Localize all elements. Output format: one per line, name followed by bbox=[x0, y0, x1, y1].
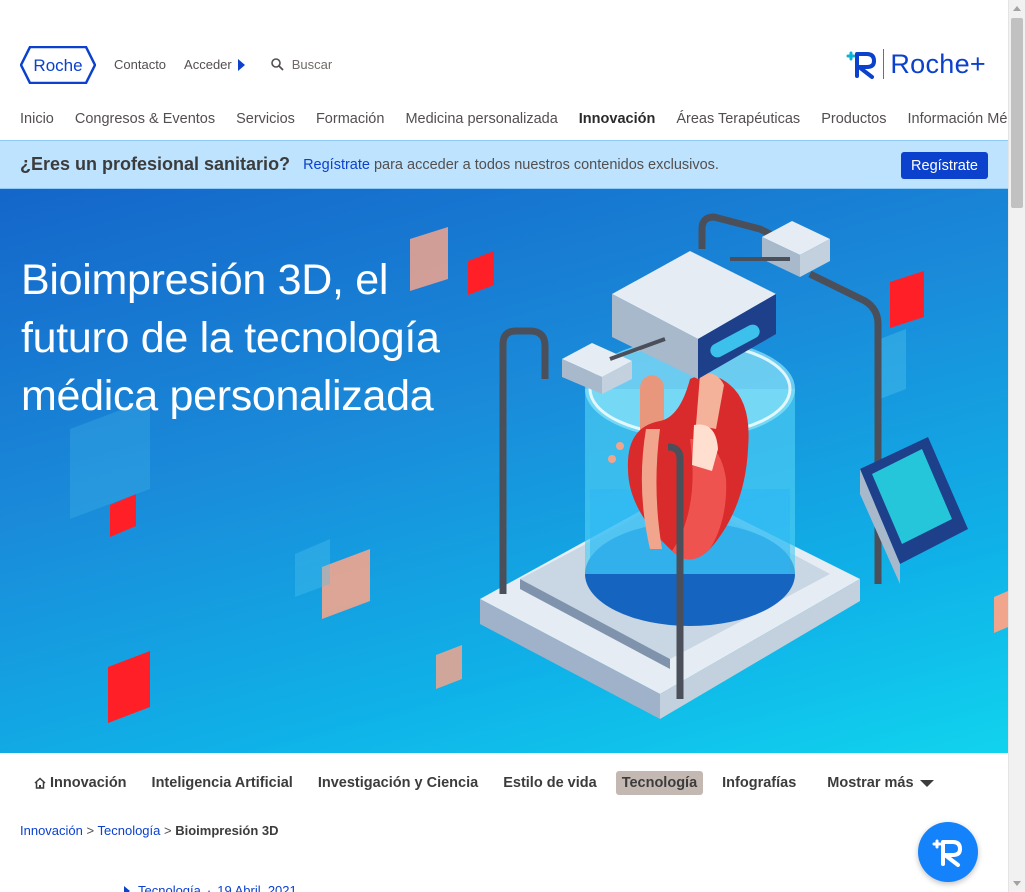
rocheplus-divider bbox=[883, 49, 885, 79]
subnav-item-estilo-de-vida[interactable]: Estilo de vida bbox=[497, 771, 602, 795]
subnav-item-innovacion[interactable]: Innovación bbox=[28, 771, 133, 795]
subnav-item-infografias[interactable]: Infografías bbox=[716, 771, 802, 795]
show-more-button[interactable]: Mostrar más bbox=[821, 771, 939, 795]
breadcrumb-current: Bioimpresión 3D bbox=[175, 823, 279, 838]
nav-item-productos[interactable]: Productos bbox=[821, 111, 886, 127]
register-button[interactable]: Regístrate bbox=[901, 152, 988, 179]
nav-item-medicina-personalizada[interactable]: Medicina personalizada bbox=[405, 111, 557, 127]
chevron-right-icon bbox=[237, 58, 245, 71]
main-navigation: Inicio Congresos & Eventos Servicios For… bbox=[20, 111, 1025, 127]
site-header: Roche Contacto Acceder Buscar Roche+ Ini… bbox=[0, 0, 1025, 140]
hero-section: Bioimpresión 3D, el futuro de la tecnolo… bbox=[0, 189, 1008, 753]
chevron-right-icon bbox=[124, 885, 130, 892]
breadcrumb-tecnologia[interactable]: Tecnología bbox=[98, 823, 161, 838]
roche-logo[interactable]: Roche bbox=[20, 46, 96, 84]
search-label: Buscar bbox=[291, 57, 333, 72]
nav-item-congresos[interactable]: Congresos & Eventos bbox=[75, 111, 215, 127]
scroll-down-icon[interactable] bbox=[1013, 881, 1021, 886]
rocheplus-chat-button[interactable] bbox=[918, 822, 978, 882]
hero-title: Bioimpresión 3D, el futuro de la tecnolo… bbox=[21, 256, 440, 420]
banner-text: para acceder a todos nuestros contenidos… bbox=[373, 156, 719, 173]
section-subnav: Innovación Inteligencia Artificial Inves… bbox=[0, 753, 1008, 813]
breadcrumb-separator: > bbox=[164, 823, 172, 838]
nav-item-inicio[interactable]: Inicio bbox=[20, 111, 54, 127]
rocheplus-mark-icon bbox=[846, 51, 877, 79]
svg-text:Roche: Roche bbox=[33, 56, 82, 75]
meta-separator: · bbox=[206, 883, 212, 892]
chevron-down-icon bbox=[919, 779, 934, 787]
breadcrumb-separator: > bbox=[86, 823, 95, 838]
banner-question: ¿Eres un profesional sanitario? bbox=[20, 154, 291, 174]
nav-item-servicios[interactable]: Servicios bbox=[236, 111, 295, 127]
contact-link[interactable]: Contacto bbox=[114, 57, 166, 72]
scroll-thumb[interactable] bbox=[1011, 18, 1023, 208]
subnav-item-tecnologia[interactable]: Tecnología bbox=[615, 771, 704, 795]
subnav-item-investigacion[interactable]: Investigación y Ciencia bbox=[312, 771, 484, 795]
article-category[interactable]: Tecnología bbox=[138, 883, 201, 892]
breadcrumb-innovacion[interactable]: Innovación bbox=[20, 823, 83, 838]
professional-banner: ¿Eres un profesional sanitario? Regístra… bbox=[0, 140, 1008, 189]
nav-item-areas-terapeuticas[interactable]: Áreas Terapéuticas bbox=[676, 111, 800, 127]
login-link[interactable]: Acceder bbox=[184, 57, 245, 72]
search-button[interactable]: Buscar bbox=[270, 57, 333, 72]
home-icon bbox=[34, 777, 46, 789]
search-icon bbox=[270, 58, 284, 71]
show-more-label: Mostrar más bbox=[827, 775, 914, 791]
login-label: Acceder bbox=[184, 57, 232, 72]
banner-register-link[interactable]: Regístrate bbox=[303, 157, 370, 173]
rocheplus-chat-icon bbox=[932, 839, 962, 867]
subnav-label-innovacion: Innovación bbox=[50, 775, 127, 791]
nav-item-formacion[interactable]: Formación bbox=[316, 111, 385, 127]
rocheplus-text: Roche+ bbox=[890, 48, 986, 79]
scroll-up-icon[interactable] bbox=[1013, 6, 1021, 11]
subnav-item-inteligencia-artificial[interactable]: Inteligencia Artificial bbox=[146, 771, 299, 795]
article-date: 19 Abril, 2021 bbox=[217, 883, 297, 892]
rocheplus-logo[interactable]: Roche+ bbox=[845, 48, 986, 80]
nav-item-innovacion[interactable]: Innovación bbox=[579, 111, 656, 127]
breadcrumb: Innovación > Tecnología > Bioimpresión 3… bbox=[20, 823, 279, 838]
page-scrollbar[interactable] bbox=[1008, 0, 1025, 892]
article-meta: Tecnología · 19 Abril, 2021 bbox=[124, 883, 297, 892]
